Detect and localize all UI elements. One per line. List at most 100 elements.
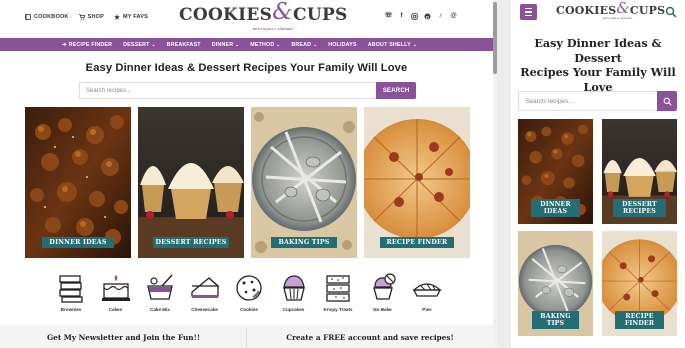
category-label: No Bake [373, 307, 392, 312]
main-nav: ➜ RECIPE FINDER DESSERT ⌄ BREAKFAST DINNER… [0, 38, 493, 51]
cookbook-label: COOKBOOK [34, 14, 69, 20]
card-label: DINNER IDEAS [531, 199, 580, 217]
category-label: Cookies [240, 307, 258, 312]
nav-label: DINNER [211, 41, 234, 48]
newsletter-heading[interactable]: Get My Newsletter and Join the Fun!! [0, 333, 247, 342]
card-label-line: BAKING [540, 312, 571, 320]
category-pies[interactable]: Pies [410, 272, 444, 312]
card-label-line: DINNER [540, 200, 571, 208]
logo-word-cookies: COOKIES [179, 5, 273, 25]
mobile-card-baking-tips[interactable]: BAKING TIPS [518, 231, 593, 336]
logo-word-cups: CUPS [629, 4, 666, 17]
card-recipe-finder[interactable]: RECIPE FINDER [364, 107, 470, 258]
category-brownies[interactable]: Brownies [54, 272, 88, 312]
card-dessert-recipes[interactable]: DESSERT RECIPES [138, 107, 244, 258]
chevron-down-icon: ⌄ [235, 41, 240, 47]
logo-word-cups: CUPS [293, 5, 348, 25]
logo-tagline: WITH SHELLY JAROSKY [253, 27, 295, 31]
shop-label: SHOP [87, 14, 104, 20]
top-links: COOKBOOK SHOP MY FAVS [25, 14, 148, 20]
threads-icon[interactable]: @ [450, 13, 457, 20]
site-logo[interactable]: COOKIES & CUPS WITH SHELLY JAROSKY [179, 1, 348, 32]
nav-label: ABOUT SHELLY [367, 41, 411, 48]
card-label-line: FINDER [624, 320, 655, 327]
search-icon[interactable] [665, 6, 677, 18]
mobile-search-input[interactable]: Search recipes... [518, 91, 657, 111]
nav-dinner[interactable]: DINNER ⌄ [212, 42, 240, 48]
cake-mix-icon [147, 274, 173, 300]
pinterest-icon[interactable]: p [424, 13, 431, 20]
nav-breakfast[interactable]: BREAKFAST [167, 42, 201, 48]
pie-icon [412, 283, 442, 297]
search-icon [663, 97, 672, 106]
tiktok-icon[interactable]: ♪ [437, 13, 444, 20]
card-baking-tips[interactable]: BAKING TIPS [251, 107, 357, 258]
nav-recipe-finder[interactable]: ➜ RECIPE FINDER [62, 42, 112, 48]
arrow-icon: ➜ [62, 41, 67, 48]
category-label: Cakes [108, 307, 123, 312]
search-input[interactable]: Search recipes... [79, 82, 376, 99]
search-button[interactable]: SEARCH [376, 82, 416, 99]
mobile-card-dinner-ideas[interactable]: DINNER IDEAS [518, 119, 593, 224]
cookbook-link[interactable]: COOKBOOK [25, 14, 69, 20]
star-icon [114, 14, 120, 20]
book-icon [25, 14, 31, 20]
mobile-page-title: Easy Dinner Ideas & Dessert Recipes Your… [511, 36, 685, 94]
mobile-header: COOKIES & CUPS WITH SHELLY JAROSKY [511, 0, 685, 30]
krispy-treats-icon [326, 275, 350, 302]
title-line: Recipes Your Family Will [520, 65, 676, 80]
mobile-card-recipe-finder[interactable]: RECIPE FINDER [602, 231, 677, 336]
facebook-icon[interactable]: f [398, 13, 405, 20]
card-label-line: IDEAS [543, 208, 568, 215]
card-label-line: DESSERT [622, 200, 657, 208]
category-label: Brownies [60, 307, 82, 312]
category-krispy-treats[interactable]: Krispy Treats [321, 272, 355, 312]
instagram-icon[interactable] [411, 13, 418, 20]
mobile-card-dessert-recipes[interactable]: DESSERT RECIPES [602, 119, 677, 224]
nav-bread[interactable]: BREAD ⌄ [291, 42, 317, 48]
category-cakes[interactable]: Cakes [99, 272, 133, 312]
mobile-search-bar: Search recipes... [518, 91, 677, 111]
nav-holidays[interactable]: HOLIDAYS [328, 42, 356, 48]
category-cookies[interactable]: Cookies [232, 272, 266, 312]
card-label-line: RECIPES [623, 208, 656, 215]
site-logo-mobile[interactable]: COOKIES & CUPS WITH SHELLY JAROSKY [556, 0, 666, 21]
cake-icon [101, 275, 130, 301]
top-bar: COOKBOOK SHOP MY FAVS COOKIES & CUPS WIT… [0, 0, 493, 37]
nav-method[interactable]: METHOD ⌄ [250, 42, 280, 48]
category-cupcakes[interactable]: Cupcakes [277, 272, 311, 312]
nav-label: BREAD [291, 41, 312, 48]
cheesecake-icon [190, 277, 220, 298]
card-label: DESSERT RECIPES [613, 199, 666, 217]
my-favs-link[interactable]: MY FAVS [114, 14, 148, 20]
card-label: RECIPE FINDER [615, 311, 664, 329]
card-label: BAKING TIPS [271, 237, 337, 248]
nav-about-shelly[interactable]: ABOUT SHELLY ⌄ [368, 42, 417, 48]
shop-link[interactable]: SHOP [78, 14, 104, 20]
nav-label: METHOD [250, 41, 275, 48]
category-label: Cake Mix [150, 307, 170, 312]
nav-label: BREAKFAST [166, 41, 201, 48]
hamburger-menu-button[interactable] [520, 4, 537, 20]
category-label: Cheesecake [191, 307, 218, 312]
chevron-down-icon: ⌄ [313, 41, 318, 47]
nav-dessert[interactable]: DESSERT ⌄ [123, 42, 155, 48]
category-no-bake[interactable]: No Bake [366, 272, 400, 312]
card-label: BAKING TIPS [532, 311, 579, 329]
scrollbar-thumb[interactable] [493, 2, 497, 74]
category-cake-mix[interactable]: Cake Mix [143, 272, 177, 312]
category-label: Cupcakes [282, 307, 305, 312]
card-label: DESSERT RECIPES [153, 237, 229, 248]
card-label-line: RECIPE [625, 312, 654, 320]
nav-label: DESSERT [123, 41, 150, 48]
chicken-dish-image [25, 107, 131, 258]
logo-ampersand: & [616, 0, 630, 17]
card-label: RECIPE FINDER [380, 237, 454, 248]
chevron-down-icon: ⌄ [276, 41, 281, 47]
mobile-search-button[interactable] [657, 91, 677, 111]
category-cheesecake[interactable]: Cheesecake [188, 272, 222, 312]
card-dinner-ideas[interactable]: DINNER IDEAS [25, 107, 131, 258]
phone-icon[interactable]: ☏ [384, 13, 392, 20]
page-scrollbar[interactable] [493, 0, 497, 348]
account-heading[interactable]: Create a FREE account and save recipes! [247, 333, 493, 342]
